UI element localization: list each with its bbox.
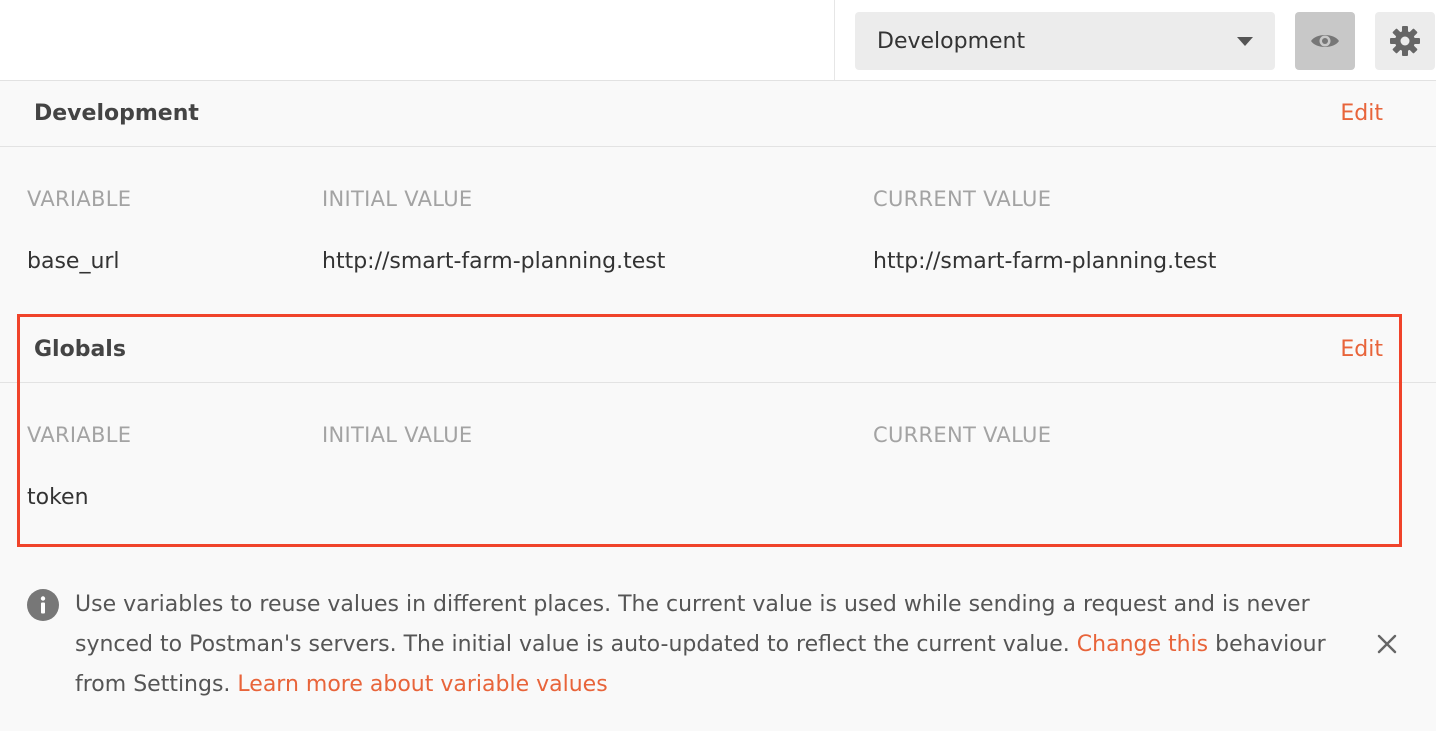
globals-edit-link[interactable]: Edit: [1340, 337, 1383, 362]
info-glyph: [40, 596, 46, 614]
env-column-current-value: CURRENT VALUE: [873, 187, 1052, 211]
topbar-divider: [834, 0, 835, 80]
environment-edit-link[interactable]: Edit: [1340, 101, 1383, 126]
env-column-variable: VARIABLE: [27, 187, 132, 211]
settings-button[interactable]: [1375, 12, 1435, 70]
variables-info-notice: Use variables to reuse values in differe…: [0, 575, 1436, 705]
env-row-variable: base_url: [27, 249, 120, 274]
environment-selector[interactable]: Development: [855, 12, 1275, 70]
globals-section-header: Globals Edit: [0, 317, 1436, 383]
globals-column-variable: VARIABLE: [27, 423, 132, 447]
chevron-down-icon: [1237, 37, 1253, 46]
notice-text: Use variables to reuse values in differe…: [75, 585, 1345, 705]
close-icon: [1377, 634, 1397, 654]
env-row-current-value: http://smart-farm-planning.test: [873, 249, 1217, 274]
eye-icon: [1311, 35, 1339, 47]
globals-section-title: Globals: [34, 337, 126, 362]
top-bar: Development: [0, 0, 1436, 80]
environment-section-title: Development: [34, 101, 199, 126]
env-column-initial-value: INITIAL VALUE: [322, 187, 473, 211]
environment-section-header: Development Edit: [0, 81, 1436, 147]
change-behaviour-link[interactable]: Change this: [1077, 632, 1208, 657]
env-row-initial-value: http://smart-farm-planning.test: [322, 249, 666, 274]
close-notice-button[interactable]: [1372, 629, 1402, 659]
globals-column-current-value: CURRENT VALUE: [873, 423, 1052, 447]
learn-more-link[interactable]: Learn more about variable values: [237, 672, 607, 697]
globals-column-initial-value: INITIAL VALUE: [322, 423, 473, 447]
environment-selector-value: Development: [877, 28, 1026, 54]
variables-quick-look-panel: Development Edit VARIABLE INITIAL VALUE …: [0, 80, 1436, 731]
globals-row-variable: token: [27, 485, 89, 510]
info-icon: [27, 589, 59, 621]
quick-look-button[interactable]: [1295, 12, 1355, 70]
gear-icon: [1390, 26, 1420, 56]
